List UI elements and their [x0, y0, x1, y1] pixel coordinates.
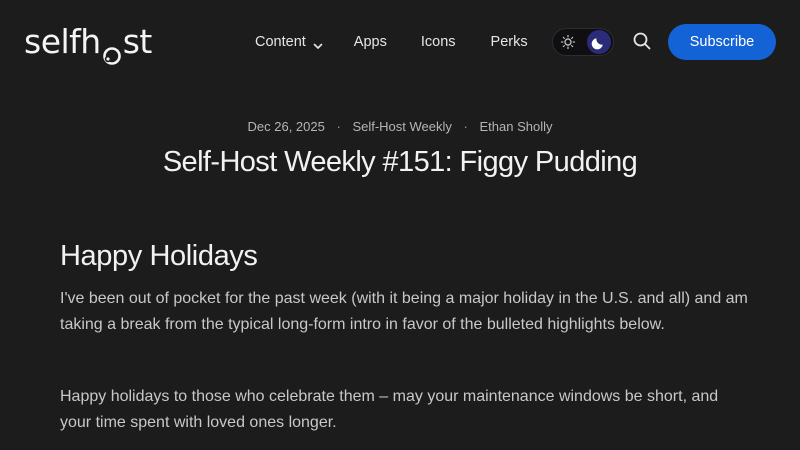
- nav-item-apps[interactable]: Apps: [354, 30, 387, 54]
- sun-icon: [559, 33, 577, 51]
- nav-item-apps-label: Apps: [353, 34, 387, 50]
- logo-text-left: selfh: [24, 22, 101, 61]
- nav-item-perks[interactable]: Perks: [491, 30, 528, 54]
- moon-icon: [591, 34, 607, 50]
- page: selfh st Content Apps Icons Perks Subscr…: [0, 0, 800, 450]
- nav-item-perks-label: Perks: [490, 34, 528, 50]
- article-paragraph: I've been out of pocket for the past wee…: [60, 290, 748, 333]
- site-header: selfh st Content Apps Icons Perks Subscr…: [0, 0, 800, 84]
- logo-circle-icon: [102, 35, 122, 65]
- article-author-link[interactable]: Ethan Sholly: [480, 119, 553, 134]
- theme-toggle[interactable]: [552, 28, 614, 56]
- nav-item-icons-label: Icons: [420, 34, 456, 50]
- search-icon[interactable]: [632, 31, 652, 51]
- nav-item-content[interactable]: Content: [255, 30, 324, 54]
- article-paragraph: Happy holidays to those who celebrate th…: [60, 388, 719, 431]
- subscribe-button[interactable]: Subscribe: [668, 24, 776, 60]
- article-category-link[interactable]: Self-Host Weekly: [352, 119, 451, 134]
- chevron-down-icon: [312, 36, 324, 49]
- site-logo[interactable]: selfh st: [24, 22, 153, 65]
- nav-item-icons[interactable]: Icons: [421, 30, 456, 54]
- theme-toggle-knob: [587, 30, 611, 54]
- meta-separator: ·: [336, 119, 341, 134]
- article-meta: Dec 26, 2025 · Self-Host Weekly · Ethan …: [0, 118, 800, 136]
- article-date: Dec 26, 2025: [247, 119, 325, 134]
- article-title: Self-Host Weekly #151: Figgy Pudding: [162, 146, 638, 178]
- meta-separator: ·: [463, 119, 468, 134]
- section-heading: Happy Holidays: [60, 240, 258, 272]
- main-nav: Content Apps Icons Perks: [255, 30, 528, 54]
- nav-item-content-label: Content: [255, 34, 306, 50]
- logo-text-right: st: [122, 22, 153, 61]
